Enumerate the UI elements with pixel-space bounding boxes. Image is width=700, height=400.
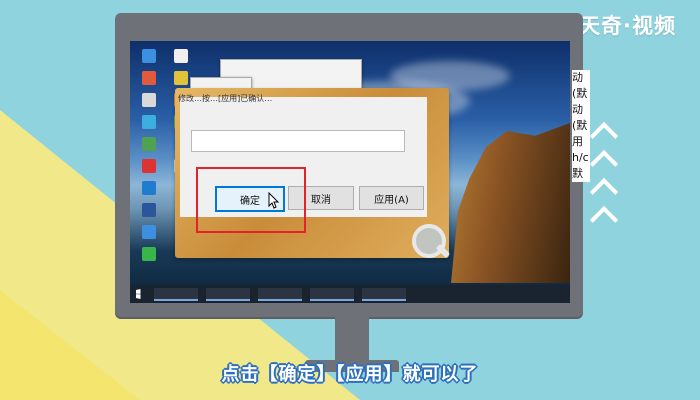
taskbar xyxy=(130,285,570,303)
arrow-up-icon xyxy=(589,121,619,151)
desktop-wallpaper-rock xyxy=(451,123,570,283)
taskbar-item[interactable] xyxy=(154,287,198,301)
brand-logo: 天奇·视频 xyxy=(579,14,676,38)
taskbar-item[interactable] xyxy=(258,287,302,301)
apply-button[interactable]: 应用(A) xyxy=(359,186,424,210)
taskbar-item[interactable] xyxy=(206,287,250,301)
taskbar-item[interactable] xyxy=(310,287,354,301)
side-text: 动(默 xyxy=(572,71,588,100)
subtitle-caption: 点击【确定】【应用】就可以了 xyxy=(221,364,479,385)
side-text: 动(默 xyxy=(572,103,588,132)
monitor-stand xyxy=(335,317,369,363)
dialog-top-text: 修改…按…[应用]已确认… xyxy=(178,94,273,103)
arrow-up-icon xyxy=(589,177,619,207)
windows-start-icon[interactable] xyxy=(136,289,141,299)
arrow-up-icon xyxy=(589,149,619,179)
side-text: 用 xyxy=(572,135,583,148)
side-text: h/c 默 xyxy=(572,151,589,180)
dialog-input-field[interactable] xyxy=(191,130,405,152)
taskbar-item[interactable] xyxy=(362,287,406,301)
ok-highlight-box xyxy=(196,167,306,233)
arrow-up-icon-group xyxy=(589,118,619,235)
arrow-up-icon xyxy=(589,205,619,235)
side-text-strip: 动(默 动(默 用 h/c 默 xyxy=(572,70,590,182)
mouse-cursor-icon xyxy=(268,192,280,209)
system-tray xyxy=(562,291,564,297)
